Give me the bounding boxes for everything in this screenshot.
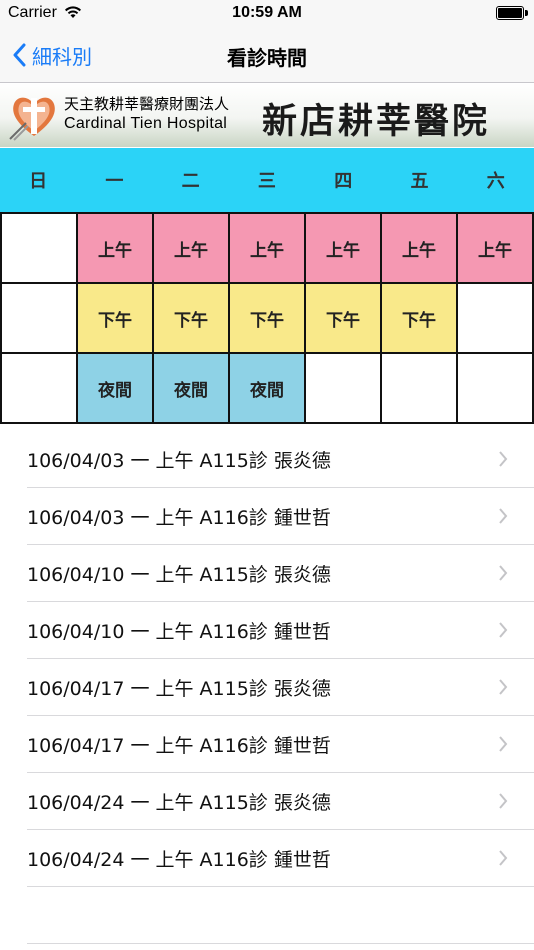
chevron-right-icon [498, 622, 508, 642]
session-cell[interactable]: 下午 [154, 284, 230, 354]
empty-cell [306, 354, 382, 424]
appointment-row[interactable]: 106/04/03 一 上午 A116診 鍾世哲 [27, 488, 534, 545]
empty-cell [2, 214, 78, 284]
chevron-right-icon [498, 793, 508, 813]
session-cell[interactable]: 夜間 [230, 354, 306, 424]
appointment-row[interactable]: 106/04/24 一 上午 A116診 鍾世哲 [27, 830, 534, 887]
empty-cell [2, 284, 78, 354]
hospital-english-name: Cardinal Tien Hospital [64, 115, 228, 132]
weekday-label: 一 [105, 171, 124, 192]
clock: 10:59 AM [232, 4, 302, 21]
session-cell[interactable]: 上午 [154, 214, 230, 284]
list-separator [27, 887, 534, 944]
session-cell[interactable]: 夜間 [154, 354, 230, 424]
weekday-header: 日一二三四五六 [0, 148, 534, 212]
chevron-right-icon [498, 679, 508, 699]
chevron-right-icon [498, 736, 508, 756]
appointment-row[interactable]: 106/04/24 一 上午 A115診 張炎德 [27, 773, 534, 830]
session-cell[interactable]: 下午 [230, 284, 306, 354]
appointment-label: 106/04/10 一 上午 A115診 張炎德 [27, 563, 331, 586]
battery-icon [496, 6, 528, 20]
status-bar: Carrier 10:59 AM [0, 0, 534, 28]
empty-cell [382, 354, 458, 424]
organization-name: 天主教耕莘醫療財團法人 [64, 95, 230, 113]
session-cell[interactable]: 夜間 [78, 354, 154, 424]
session-cell[interactable]: 上午 [306, 214, 382, 284]
appointment-label: 106/04/24 一 上午 A116診 鍾世哲 [27, 848, 331, 871]
appointment-label: 106/04/03 一 上午 A115診 張炎德 [27, 449, 331, 472]
appointment-row[interactable]: 106/04/17 一 上午 A115診 張炎德 [27, 659, 534, 716]
weekday-label: 二 [181, 171, 200, 192]
appointment-list: 106/04/03 一 上午 A115診 張炎德 106/04/03 一 上午 A… [0, 431, 534, 944]
chevron-right-icon [498, 850, 508, 870]
weekday-label: 六 [486, 171, 505, 192]
page-title: 看診時間 [227, 46, 307, 70]
chevron-right-icon [498, 508, 508, 528]
session-cell[interactable]: 上午 [382, 214, 458, 284]
appointment-label: 106/04/17 一 上午 A116診 鍾世哲 [27, 734, 331, 757]
session-cell[interactable]: 上午 [78, 214, 154, 284]
empty-cell [458, 284, 534, 354]
empty-cell [2, 354, 78, 424]
hospital-banner: 天主教耕莘醫療財團法人 Cardinal Tien Hospital 新店耕莘醫… [0, 83, 534, 147]
navigation-bar: 細科別 看診時間 [0, 28, 534, 83]
appointment-row[interactable]: 106/04/03 一 上午 A115診 張炎德 [27, 431, 534, 488]
session-cell[interactable]: 下午 [382, 284, 458, 354]
session-cell[interactable]: 上午 [458, 214, 534, 284]
appointment-row[interactable]: 106/04/10 一 上午 A116診 鍾世哲 [27, 602, 534, 659]
appointment-row[interactable]: 106/04/10 一 上午 A115診 張炎德 [27, 545, 534, 602]
empty-cell [458, 354, 534, 424]
appointment-label: 106/04/17 一 上午 A115診 張炎德 [27, 677, 331, 700]
chevron-right-icon [498, 451, 508, 471]
chevron-right-icon [498, 565, 508, 585]
weekday-label: 日 [29, 171, 48, 192]
session-cell[interactable]: 下午 [78, 284, 154, 354]
appointment-row[interactable]: 106/04/17 一 上午 A116診 鍾世哲 [27, 716, 534, 773]
appointment-label: 106/04/24 一 上午 A115診 張炎德 [27, 791, 331, 814]
hospital-logo-icon [8, 89, 60, 145]
appointment-label: 106/04/10 一 上午 A116診 鍾世哲 [27, 620, 331, 643]
weekday-label: 四 [334, 171, 353, 192]
hospital-name: 新店耕莘醫院 [262, 102, 491, 142]
appointment-label: 106/04/03 一 上午 A116診 鍾世哲 [27, 506, 331, 529]
session-cell[interactable]: 上午 [230, 214, 306, 284]
weekday-label: 三 [257, 171, 276, 192]
schedule-grid: 上午 上午 上午 上午 上午 上午 下午 下午 下午 下午 下午 夜間 夜間 夜間 [0, 212, 534, 424]
weekday-label: 五 [410, 171, 429, 192]
session-cell[interactable]: 下午 [306, 284, 382, 354]
